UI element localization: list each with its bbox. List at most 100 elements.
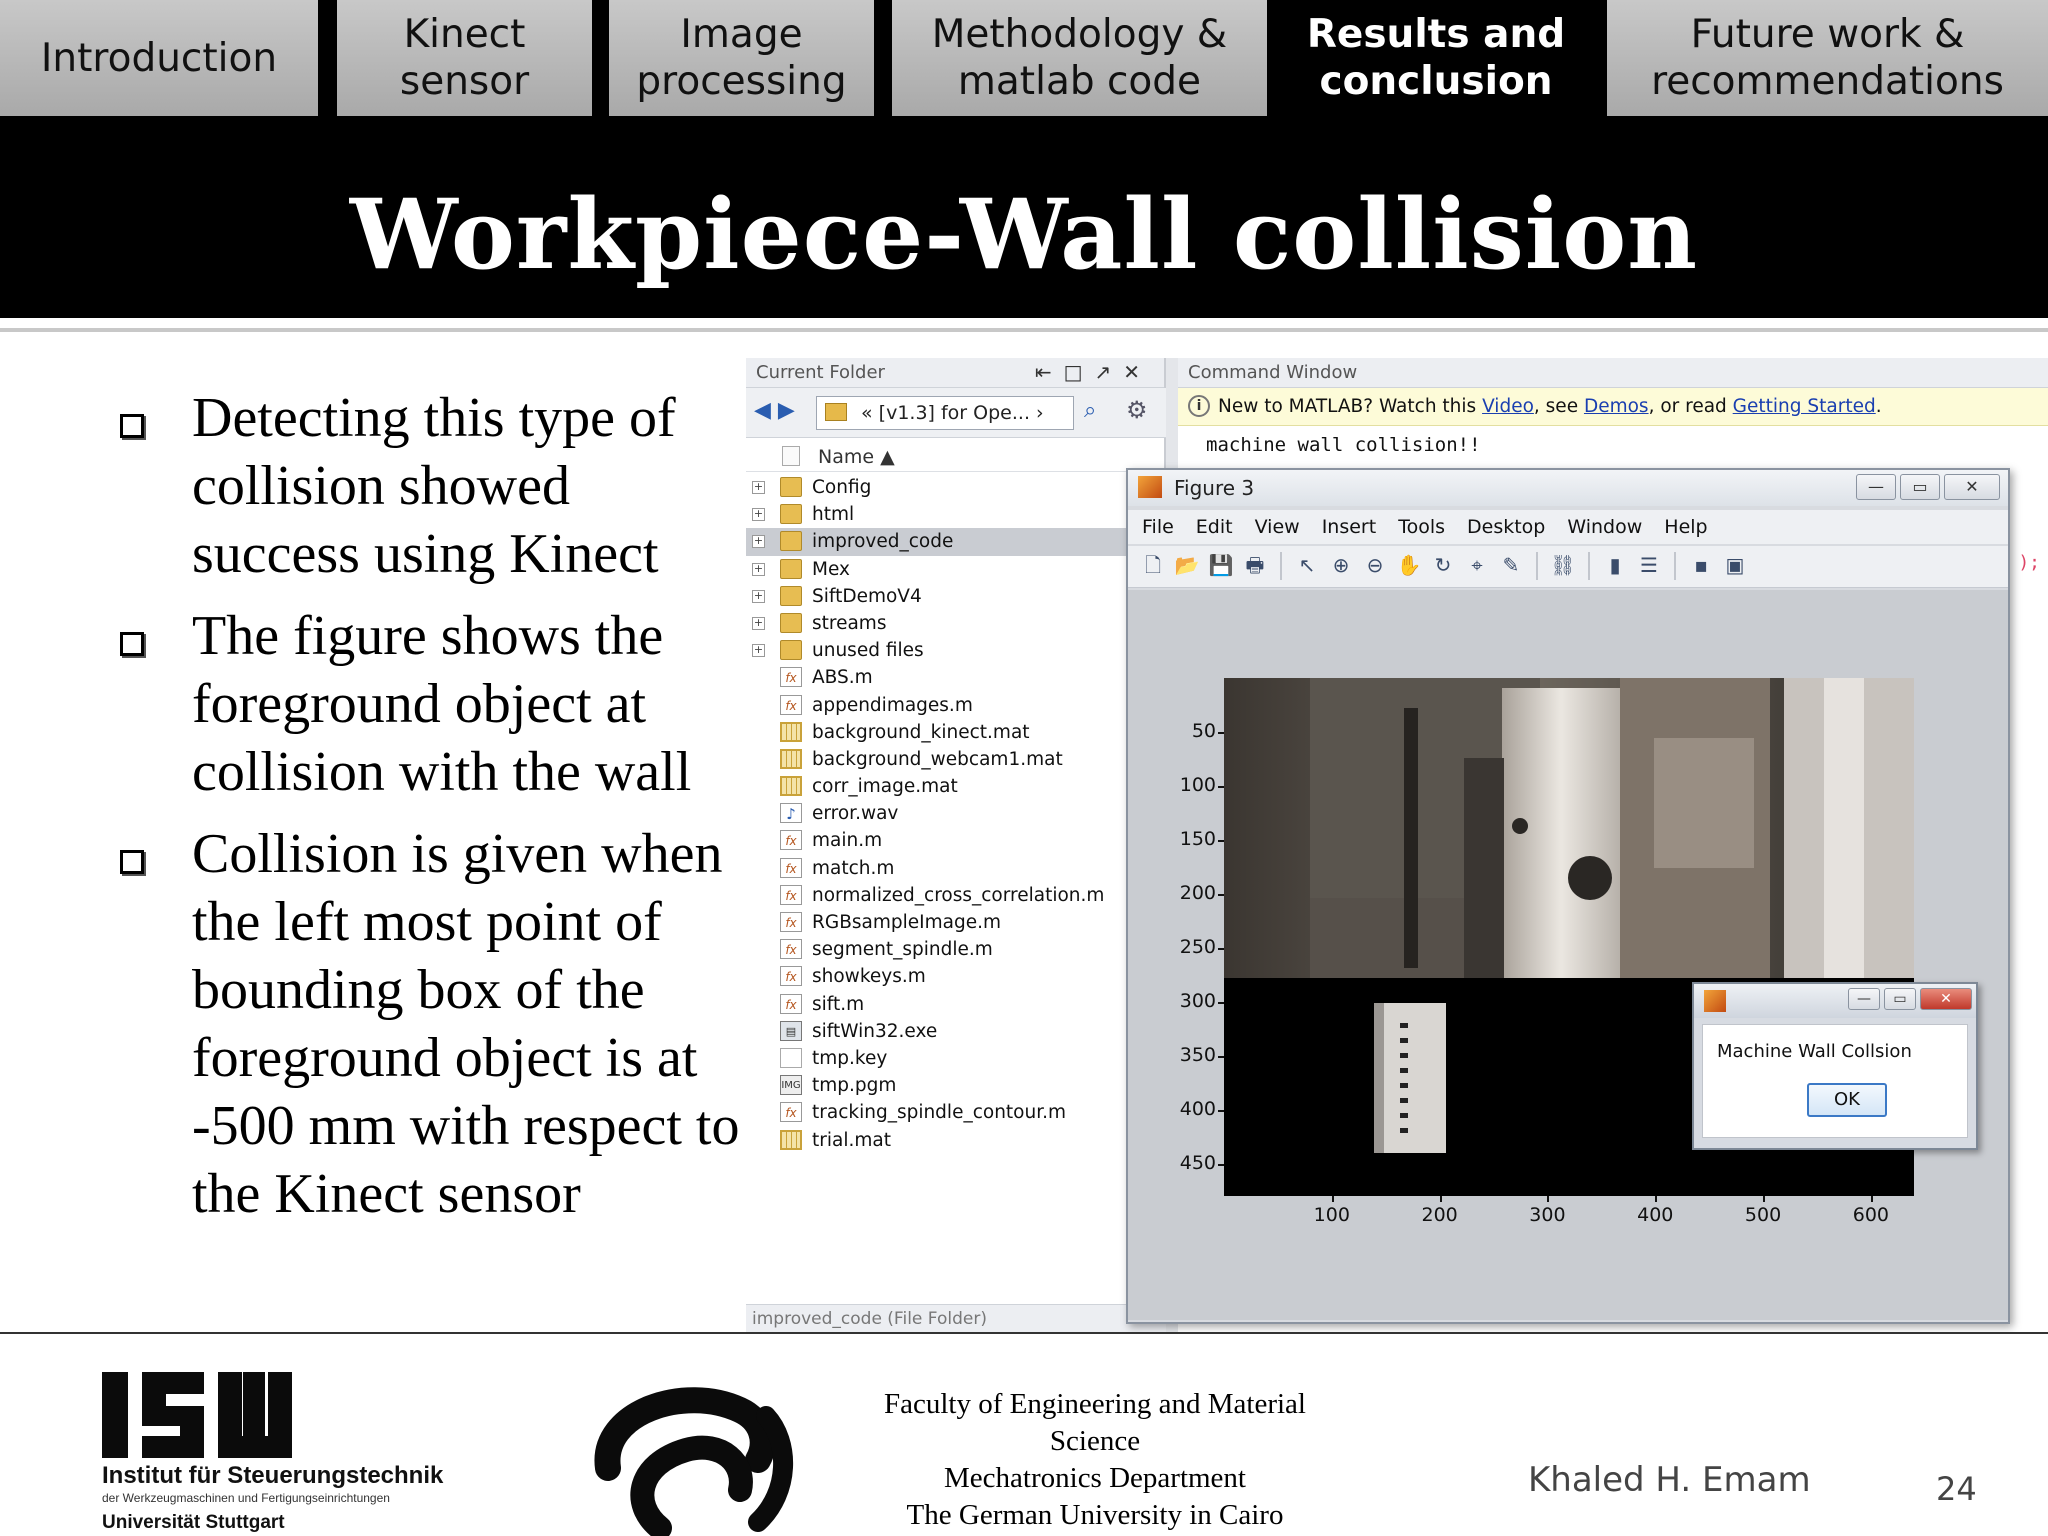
file-row[interactable]: fx match.m <box>746 855 1166 882</box>
title-divider <box>0 328 2048 332</box>
expand-icon[interactable]: + <box>752 481 765 494</box>
hide-icon[interactable]: ▪ <box>1688 552 1714 578</box>
expand-icon[interactable]: + <box>752 644 765 658</box>
file-row[interactable]: background_webcam1.mat <box>746 746 1166 773</box>
expand-icon[interactable]: + <box>752 508 765 522</box>
close-icon[interactable]: ✕ <box>1920 988 1972 1010</box>
menu-insert[interactable]: Insert <box>1322 516 1377 544</box>
mat-icon <box>780 721 802 742</box>
minimize-icon[interactable]: — <box>1848 988 1880 1010</box>
y-tick-mark <box>1218 893 1224 896</box>
faculty-line: Science <box>1049 1425 1141 1457</box>
file-name: siftWin32.exe <box>812 1020 938 1042</box>
folder-icon <box>780 504 802 525</box>
close-icon[interactable]: ✕ <box>1944 474 2000 500</box>
video-link[interactable]: Video <box>1482 396 1534 417</box>
link-icon[interactable]: ⛓ <box>1550 552 1576 578</box>
getting-started-link[interactable]: Getting Started <box>1733 396 1876 417</box>
tab-kinect-sensor[interactable]: Kinect sensor <box>337 0 592 116</box>
name-column-header[interactable]: Name ▲ <box>746 440 1166 472</box>
file-row[interactable]: fx showkeys.m <box>746 963 1166 990</box>
menu-edit[interactable]: Edit <box>1196 516 1233 544</box>
file-row[interactable]: fx ABS.m <box>746 664 1166 691</box>
menu-file[interactable]: File <box>1142 516 1174 544</box>
x-tick-mark <box>1547 1196 1550 1202</box>
folder-row[interactable]: + Config <box>746 474 1166 501</box>
file-row[interactable]: background_kinect.mat <box>746 719 1166 746</box>
gear-icon[interactable]: ⚙ <box>1126 396 1148 424</box>
folder-row[interactable]: + improved_code <box>746 528 1166 556</box>
show-icon[interactable]: ▣ <box>1722 552 1748 578</box>
save-icon[interactable]: 💾 <box>1208 552 1234 578</box>
new-icon[interactable]: 🗋 <box>1140 552 1166 578</box>
file-row[interactable]: tmp.key <box>746 1045 1166 1072</box>
matlab-logo-icon <box>1704 990 1726 1012</box>
isw-logo <box>102 1372 292 1458</box>
folder-row[interactable]: + streams <box>746 610 1166 637</box>
folder-row[interactable]: + SiftDemoV4 <box>746 583 1166 610</box>
file-row[interactable]: fx sift.m <box>746 991 1166 1018</box>
expand-icon[interactable]: + <box>752 562 765 576</box>
dialog-titlebar[interactable]: — ▭ ✕ <box>1694 984 1976 1018</box>
pan-icon[interactable]: ✋ <box>1396 552 1422 578</box>
file-row[interactable]: corr_image.mat <box>746 773 1166 800</box>
minimize-icon[interactable]: — <box>1856 474 1896 500</box>
menu-desktop[interactable]: Desktop <box>1467 516 1545 544</box>
colorbar-icon[interactable]: ▮ <box>1602 552 1628 578</box>
menu-view[interactable]: View <box>1255 516 1300 544</box>
folder-row[interactable]: + unused files <box>746 637 1166 664</box>
maximize-icon[interactable]: ▭ <box>1884 988 1916 1010</box>
zoom-in-icon[interactable]: ⊕ <box>1328 552 1354 578</box>
file-name: corr_image.mat <box>812 776 958 798</box>
file-name: ABS.m <box>812 667 873 689</box>
file-name: appendimages.m <box>812 694 973 716</box>
file-row[interactable]: ♪ error.wav <box>746 800 1166 827</box>
file-row[interactable]: fx segment_spindle.m <box>746 936 1166 963</box>
brush-icon[interactable]: ✎ <box>1498 552 1524 578</box>
legend-icon[interactable]: ☰ <box>1636 552 1662 578</box>
print-icon[interactable]: 🖶 <box>1242 552 1268 578</box>
expand-icon[interactable]: + <box>752 616 765 630</box>
file-row[interactable]: fx tracking_spindle_contour.m <box>746 1099 1166 1126</box>
file-name: segment_spindle.m <box>812 939 993 961</box>
file-row[interactable]: IMG tmp.pgm <box>746 1072 1166 1099</box>
ok-button[interactable]: OK <box>1807 1083 1887 1117</box>
tab-future-work[interactable]: Future work & recommendations <box>1607 0 2048 116</box>
file-row[interactable]: fx RGBsampleImage.m <box>746 909 1166 936</box>
figure-titlebar[interactable]: Figure 3 — ▭ ✕ <box>1128 470 2008 506</box>
file-name: normalized_cross_correlation.m <box>812 884 1105 906</box>
file-row[interactable]: fx appendimages.m <box>746 692 1166 719</box>
datacursor-icon[interactable]: ⌖ <box>1464 552 1490 578</box>
expand-icon[interactable]: + <box>752 589 765 603</box>
tab-image-processing[interactable]: Image processing <box>609 0 874 116</box>
expand-icon[interactable]: + <box>752 535 765 549</box>
zoom-out-icon[interactable]: ⊖ <box>1362 552 1388 578</box>
back-forward-icon[interactable]: ◀ ▶ <box>754 398 795 423</box>
checkbox-bullet-icon <box>120 414 144 438</box>
open-icon[interactable]: 📂 <box>1174 552 1200 578</box>
folder-row[interactable]: + html <box>746 501 1166 528</box>
menu-help[interactable]: Help <box>1664 516 1707 544</box>
folder-path-field[interactable]: « [v1.3] for Ope... › <box>816 396 1074 430</box>
demos-link[interactable]: Demos <box>1584 396 1649 417</box>
folder-row[interactable]: + Mex <box>746 556 1166 583</box>
search-icon[interactable]: ⌕ <box>1084 398 1096 423</box>
tab-introduction[interactable]: Introduction <box>0 0 318 116</box>
file-row[interactable]: trial.mat <box>746 1127 1166 1154</box>
mat-icon <box>780 748 802 769</box>
menu-tools[interactable]: Tools <box>1398 516 1445 544</box>
rotate-icon[interactable]: ↻ <box>1430 552 1456 578</box>
pane-controls-icon[interactable]: ⇤□↗✕ <box>1035 360 1152 384</box>
folder-icon <box>780 585 802 606</box>
bullet-text: Collision is given when the left most po… <box>192 823 740 1225</box>
file-row[interactable]: ▤ siftWin32.exe <box>746 1018 1166 1045</box>
file-row[interactable]: fx main.m <box>746 827 1166 854</box>
menu-window[interactable]: Window <box>1567 516 1642 544</box>
tab-results-and-conclusion[interactable]: Results and conclusion <box>1286 0 1586 116</box>
file-row[interactable]: fx normalized_cross_correlation.m <box>746 882 1166 909</box>
tab-methodology[interactable]: Methodology & matlab code <box>892 0 1267 116</box>
file-name: streams <box>812 612 887 634</box>
maximize-icon[interactable]: ▭ <box>1900 474 1940 500</box>
mat-icon <box>780 1129 802 1150</box>
pointer-icon[interactable]: ↖ <box>1294 552 1320 578</box>
